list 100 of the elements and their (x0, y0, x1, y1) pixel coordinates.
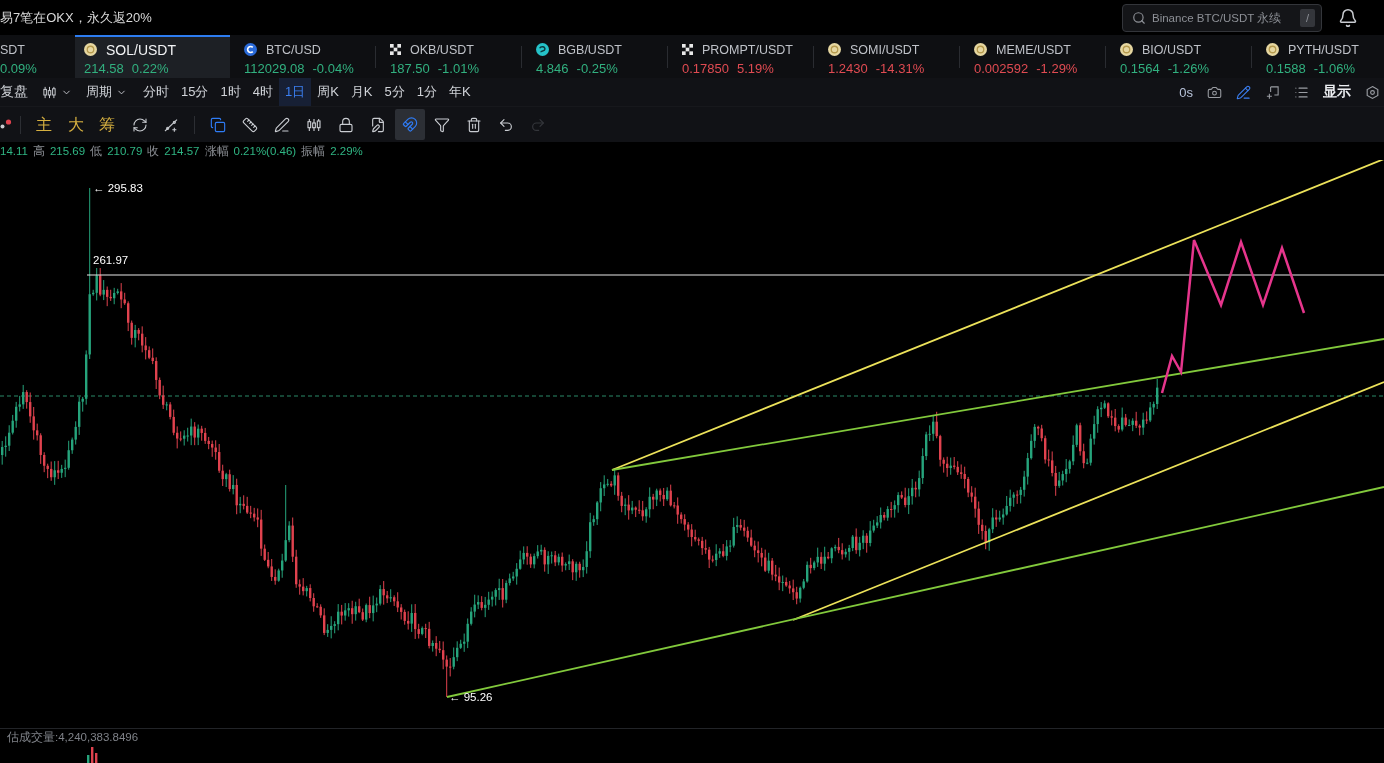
quote-label: 收 (147, 143, 160, 159)
ticker-symbol: BIO/USDT (1142, 42, 1202, 57)
search-icon (1132, 10, 1146, 25)
ticker-change: -1.26% (1167, 61, 1209, 76)
ticker-price: 0.1564 (1120, 61, 1160, 76)
copy-icon[interactable] (209, 116, 226, 133)
ticker-tab[interactable]: MEME/USDT 0.002592 -1.29% (960, 35, 1105, 78)
trash-icon[interactable] (465, 116, 482, 133)
ticker-change: -0.04% (312, 61, 354, 76)
ticker-tab[interactable]: SOMI/USDT 1.2430 -14.31% (814, 35, 959, 78)
ticker-tab[interactable]: BIO/USDT 0.1564 -1.26% (1106, 35, 1251, 78)
ticker-price: 0.002592 (974, 61, 1029, 76)
lock-icon[interactable] (337, 116, 354, 133)
ticker-price: 1.2430 (828, 61, 868, 76)
pen-icon[interactable] (273, 116, 290, 133)
coin-icon (84, 43, 97, 56)
price-label: ← 295.83 (93, 182, 143, 194)
ticker-tab[interactable]: SOL/USDT 214.58 0.22% (75, 35, 230, 78)
ticker-symbol: OKB/USDT (410, 42, 474, 57)
ticker-symbol: BGB/USDT (558, 42, 622, 57)
quote-value: 214.57 (164, 145, 200, 157)
indicator-toggle[interactable]: 主 (36, 114, 52, 135)
ticker-price: 187.50 (390, 61, 430, 76)
indicator-toggle[interactable]: 大 (67, 114, 84, 135)
interval-tab[interactable]: 周K (311, 78, 345, 106)
ticker-change: 5.19% (737, 61, 774, 76)
ticker-change: -14.31% (875, 61, 925, 76)
coin-icon (1266, 43, 1279, 56)
ticker-change: 0.22% (131, 61, 169, 76)
ticker-change: -1.29% (1036, 61, 1078, 76)
bell-icon[interactable] (1338, 7, 1358, 28)
ticker-price: 0.1588 (1266, 61, 1306, 76)
ticker-tab[interactable]: PYTH/USDT 0.1588 -1.06% (1252, 35, 1384, 78)
refresh-icon[interactable] (131, 116, 148, 133)
line-tool-icon[interactable] (162, 116, 179, 133)
ticker-change: -0.25% (576, 61, 618, 76)
ticker-tab[interactable]: OKB/USDT 187.50 -1.01% (376, 35, 521, 78)
edit-note-icon[interactable] (369, 116, 386, 133)
coin-icon (828, 43, 841, 56)
filter-icon[interactable] (433, 116, 450, 133)
search-field[interactable]: Binance BTC/USDT 永续 / (1122, 3, 1322, 32)
candlestick-icon[interactable] (305, 116, 322, 133)
quote-value: 2.29% (330, 145, 363, 157)
ticker-tab[interactable]: BTC/USD 112029.08 -0.04% (230, 35, 375, 78)
quote-label: 涨幅 (204, 143, 229, 159)
ruler-icon[interactable] (241, 116, 258, 133)
trend-line[interactable] (611, 338, 1384, 471)
ticker-tab[interactable]: PROMPT/USDT 0.17850 5.19% (668, 35, 813, 78)
volume-label: 估成交量:4,240,383.8496 (6, 730, 139, 745)
candlestick-icon (42, 84, 57, 100)
add-box-icon[interactable] (1265, 84, 1280, 100)
search-input[interactable]: Binance BTC/USDT 永续 (1152, 9, 1294, 26)
countdown-text: 0s (1179, 84, 1193, 100)
ticker-change: -1.01% (437, 61, 479, 76)
ticker-symbol: BTC/USD (266, 42, 321, 57)
cross-logo-icon (682, 44, 693, 55)
interval-tab[interactable]: 月K (344, 78, 379, 106)
coin-logo-icon (244, 43, 257, 56)
interval-tab[interactable]: 4时 (246, 78, 279, 106)
ticker-symbol: PYTH/USDT (1288, 42, 1359, 57)
quote-label: 振幅 (301, 143, 326, 159)
ticker-tab[interactable]: BGB/USDT 4.846 -0.25% (522, 35, 667, 78)
pencil-icon[interactable] (1236, 84, 1251, 100)
replay-button[interactable]: 复盘 (0, 81, 28, 103)
ticker-tab[interactable]: SDT 0.09% (0, 35, 75, 78)
interval-tab[interactable]: 1分 (410, 78, 443, 106)
ticker-symbol: SDT (0, 42, 25, 57)
settings-icon[interactable] (1365, 84, 1380, 100)
list-icon[interactable] (1294, 84, 1309, 100)
ticker-price: 112029.08 (244, 61, 305, 76)
interval-tab[interactable]: 15分 (175, 78, 215, 106)
cross-logo-icon (390, 44, 401, 55)
ticker-symbol: SOL/USDT (106, 41, 176, 58)
interval-tab[interactable]: 1时 (214, 78, 247, 106)
shortcut-key: / (1300, 8, 1315, 27)
promo-text[interactable]: 易7笔在OKX，永久返20% (0, 8, 152, 27)
ticker-price: 214.58 (84, 61, 124, 76)
interval-tab[interactable]: 1日 (278, 78, 312, 106)
interval-tab[interactable]: 5分 (378, 78, 411, 106)
swirl-logo-icon (536, 43, 549, 56)
ticker-price: 0.17850 (682, 61, 729, 76)
interval-tab[interactable]: 分时 (137, 78, 175, 106)
quote-label: 高 (32, 143, 45, 159)
quote-value: 14.11 (0, 145, 28, 157)
coin-icon (974, 43, 987, 56)
magnet-icon[interactable] (394, 109, 425, 140)
undo-icon[interactable] (497, 116, 514, 133)
zigzag-line[interactable] (1160, 238, 1306, 394)
channel-line[interactable] (792, 381, 1384, 621)
display-button[interactable]: 显示 (1323, 83, 1351, 101)
ticker-price: 4.846 (536, 61, 569, 76)
channel-line[interactable] (611, 160, 1384, 471)
ticker-symbol: MEME/USDT (996, 42, 1071, 57)
quote-value: 210.79 (107, 145, 143, 157)
indicator-toggle[interactable]: 筹 (99, 114, 115, 135)
quote-value: 215.69 (49, 145, 86, 157)
period-dropdown[interactable]: 周期 (86, 81, 127, 103)
interval-tab[interactable]: 年K (443, 78, 477, 106)
camera-icon[interactable] (1207, 84, 1222, 100)
ticker-change: 0.09% (0, 61, 37, 76)
